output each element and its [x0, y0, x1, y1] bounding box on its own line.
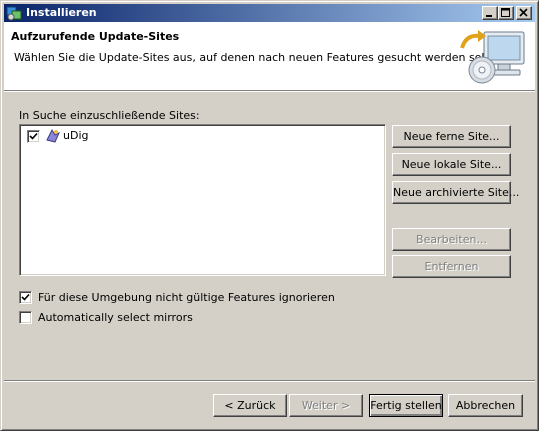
- new-archived-site-button[interactable]: Neue archivierte Site...: [392, 181, 519, 204]
- minimize-button[interactable]: [482, 6, 498, 20]
- back-button[interactable]: < Zurück: [213, 394, 287, 417]
- maximize-icon: [501, 8, 510, 17]
- install-app-icon: [6, 5, 22, 21]
- page-description: Wählen Sie die Update-Sites aus, auf den…: [14, 51, 492, 64]
- wizard-banner: Aufzurufende Update-Sites Wählen Sie die…: [4, 22, 535, 90]
- auto-mirrors-label[interactable]: Automatically select mirrors: [38, 311, 193, 324]
- ignore-features-label[interactable]: Für diese Umgebung nicht gültige Feature…: [38, 291, 335, 304]
- footer-separator: [4, 380, 535, 382]
- edit-site-button[interactable]: Bearbeiten...: [392, 228, 511, 251]
- new-local-site-button[interactable]: Neue lokale Site...: [392, 153, 511, 176]
- update-site-icon: [45, 128, 61, 147]
- close-button[interactable]: [516, 6, 532, 20]
- minimize-icon: [486, 15, 492, 17]
- new-remote-site-button[interactable]: Neue ferne Site...: [392, 125, 511, 148]
- sites-list[interactable]: uDig: [19, 124, 386, 276]
- next-button[interactable]: Weiter >: [289, 394, 363, 417]
- window-title: Installieren: [26, 6, 97, 19]
- install-dialog: Installieren Aufzurufende Update-Sites W…: [0, 0, 539, 431]
- banner-separator: [4, 90, 535, 92]
- ignore-features-checkbox[interactable]: [19, 291, 32, 304]
- auto-mirrors-checkbox[interactable]: [19, 311, 32, 324]
- cancel-button[interactable]: Abbrechen: [448, 394, 523, 417]
- check-icon: [21, 293, 30, 301]
- sites-label: In Suche einzuschließende Sites:: [19, 109, 200, 122]
- site-label: uDig: [63, 129, 89, 142]
- maximize-button[interactable]: [498, 6, 514, 20]
- page-title: Aufzurufende Update-Sites: [11, 30, 180, 43]
- finish-button[interactable]: Fertig stellen: [369, 394, 443, 417]
- check-icon: [29, 132, 38, 140]
- title-bar[interactable]: Installieren: [4, 4, 535, 22]
- site-checkbox[interactable]: [27, 130, 40, 143]
- install-monitor-cd-icon: [456, 28, 530, 88]
- close-icon: [519, 8, 528, 17]
- remove-site-button[interactable]: Entfernen: [392, 255, 511, 278]
